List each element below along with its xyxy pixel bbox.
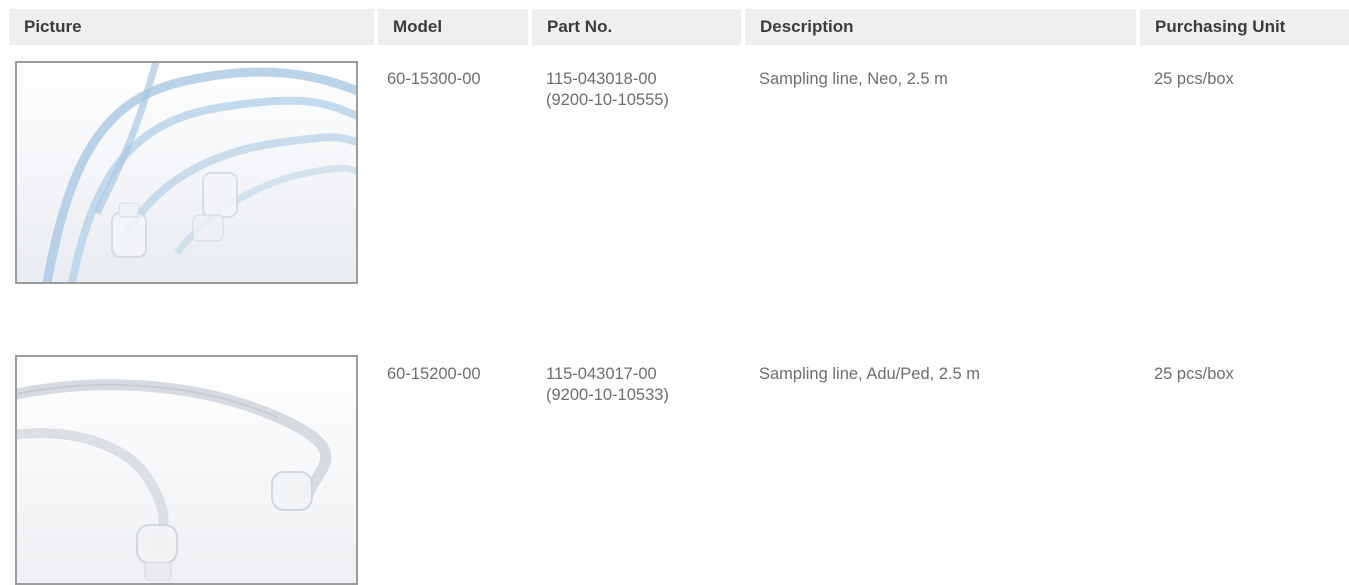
row2-description: Sampling line, Adu/Ped, 2.5 m bbox=[759, 365, 981, 383]
row1-part-no: 115-043018-00 (9200-10-10555) bbox=[546, 69, 669, 111]
row1-part-no-line2: (9200-10-10555) bbox=[546, 91, 669, 109]
row1-purchasing-unit: 25 pcs/box bbox=[1154, 70, 1234, 88]
row1-part-no-line1: 115-043018-00 bbox=[546, 70, 657, 88]
product-photo-neo-sampling-line bbox=[15, 61, 358, 284]
row2-purchasing-unit: 25 pcs/box bbox=[1154, 365, 1234, 383]
sampling-line-blue-icon bbox=[17, 63, 356, 282]
header-description: Description bbox=[745, 9, 1136, 45]
row2-part-no: 115-043017-00 (9200-10-10533) bbox=[546, 364, 669, 406]
header-picture: Picture bbox=[9, 9, 374, 45]
row1-description: Sampling line, Neo, 2.5 m bbox=[759, 70, 948, 88]
header-model: Model bbox=[378, 9, 528, 45]
header-part-no: Part No. bbox=[532, 9, 741, 45]
row2-part-no-line1: 115-043017-00 bbox=[546, 365, 657, 383]
row2-model: 60-15200-00 bbox=[387, 365, 481, 383]
sampling-line-clear-icon bbox=[17, 357, 356, 583]
header-purchasing-unit: Purchasing Unit bbox=[1140, 9, 1349, 45]
row1-model: 60-15300-00 bbox=[387, 70, 481, 88]
product-photo-adu-ped-sampling-line bbox=[15, 355, 358, 585]
row2-part-no-line2: (9200-10-10533) bbox=[546, 386, 669, 404]
